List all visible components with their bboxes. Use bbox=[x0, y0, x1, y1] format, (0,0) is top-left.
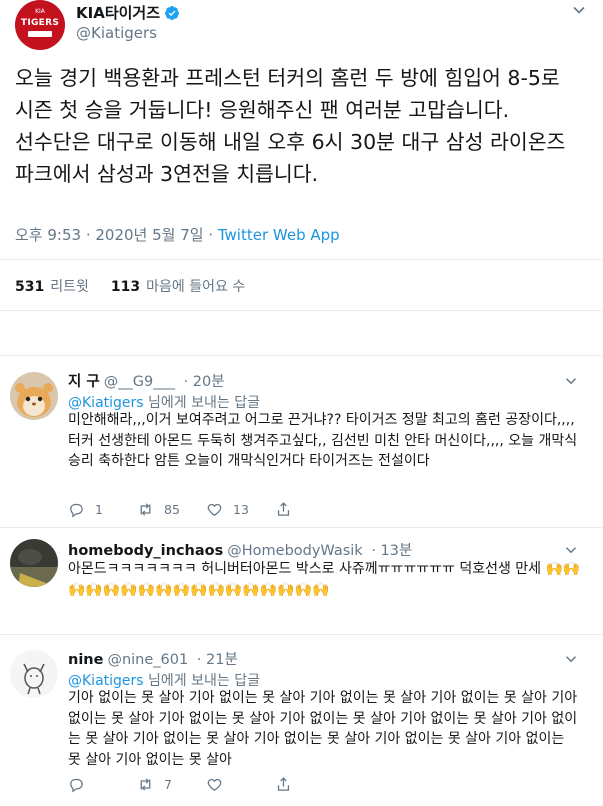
chevron-down-icon[interactable] bbox=[562, 541, 580, 559]
likes-stat[interactable]: 113 마음에 들어요 수 bbox=[111, 276, 245, 296]
reply-time[interactable]: · 13분 bbox=[371, 543, 412, 559]
hamster-avatar-icon bbox=[10, 372, 58, 420]
chevron-down-icon[interactable] bbox=[569, 0, 589, 20]
reply-button[interactable] bbox=[68, 776, 137, 793]
tweet-timestamp[interactable]: 오후 9:53 · 2020년 5월 7일 · bbox=[15, 226, 218, 244]
reply-to-suffix: 님에게 보내는 답글 bbox=[143, 395, 260, 411]
share-icon bbox=[277, 777, 290, 791]
author-handle[interactable]: @Kiatigers bbox=[76, 24, 157, 42]
retweets-stat[interactable]: 531 리트윗 bbox=[15, 276, 89, 296]
reply-time[interactable]: · 21분 bbox=[197, 652, 238, 668]
like-button[interactable] bbox=[206, 776, 275, 793]
reply-actions: 1 85 13 bbox=[68, 501, 344, 518]
reply-to-mention[interactable]: @Kiatigers bbox=[68, 673, 144, 689]
avatar-logo-bar bbox=[28, 31, 52, 37]
share-button[interactable] bbox=[275, 776, 344, 793]
avatar-logo-top: KIA bbox=[35, 8, 45, 15]
reply-actions: 7 bbox=[68, 776, 344, 793]
author-name[interactable]: KIA타이거즈 bbox=[76, 2, 180, 23]
divider bbox=[0, 259, 603, 260]
reply-text: 아몬드ㅋㅋㅋㅋㅋㅋㅋ 허니버터아몬드 박스로 사쥬께ㅠㅠㅠㅠㅠㅠ 덕호선생 만세… bbox=[68, 561, 581, 598]
reply-text: 미안해해라,,,이거 보여주려고 어그로 끈거냐?? 타이거즈 정말 최고의 홈… bbox=[68, 412, 578, 469]
reply-author-handle[interactable]: @nine_601 bbox=[107, 652, 188, 668]
avatar[interactable] bbox=[10, 539, 58, 587]
likes-label: 마음에 들어요 수 bbox=[146, 279, 246, 295]
retweet-count: 7 bbox=[164, 777, 172, 792]
verified-badge-icon bbox=[165, 5, 180, 20]
heart-icon bbox=[207, 503, 222, 516]
chevron-down-icon[interactable] bbox=[562, 372, 580, 390]
likes-count: 113 bbox=[110, 279, 141, 295]
reply-icon bbox=[70, 503, 83, 518]
tweet-meta: 오후 9:53 · 2020년 5월 7일 · Twitter Web App bbox=[15, 224, 340, 245]
share-icon bbox=[277, 502, 290, 516]
tweet-source-link[interactable]: Twitter Web App bbox=[218, 226, 340, 244]
reply-author-name[interactable]: 지 구 bbox=[68, 374, 100, 390]
retweet-count: 85 bbox=[164, 502, 180, 517]
replying-to: @Kiatigers 님에게 보내는 답글 bbox=[68, 392, 260, 412]
heart-icon bbox=[207, 778, 222, 791]
reply-author-handle[interactable]: @__G9___ bbox=[104, 374, 175, 390]
reply-button[interactable]: 1 bbox=[68, 501, 137, 518]
reply-to-suffix: 님에게 보내는 답글 bbox=[143, 673, 260, 689]
reply-author-name[interactable]: nine bbox=[68, 652, 103, 668]
reply-icon bbox=[70, 778, 83, 793]
reply-count: 1 bbox=[95, 502, 103, 517]
kia-tigers-avatar[interactable]: KIA TIGERS bbox=[15, 0, 65, 50]
tweet-stats: 531 리트윗 113 마음에 들어요 수 bbox=[15, 276, 245, 296]
retweets-count: 531 bbox=[15, 279, 45, 295]
retweets-label: 리트윗 bbox=[50, 279, 89, 295]
reply-text: 기아 없이는 못 살아 기아 없이는 못 살아 기아 없이는 못 살아 기아 없… bbox=[68, 690, 578, 768]
like-button[interactable]: 13 bbox=[206, 501, 275, 518]
like-count: 13 bbox=[233, 502, 249, 517]
divider bbox=[0, 527, 603, 528]
reply-time[interactable]: · 20분 bbox=[184, 374, 225, 390]
replying-to: @Kiatigers 님에게 보내는 답글 bbox=[68, 670, 260, 690]
retweet-icon bbox=[140, 778, 151, 791]
retweet-icon bbox=[140, 503, 151, 516]
reply-header: homebody_inchaos @HomebodyWasik · 13분 bbox=[68, 539, 412, 560]
chevron-down-icon[interactable] bbox=[562, 650, 580, 668]
cat-drawing-avatar-icon bbox=[10, 650, 58, 698]
divider bbox=[0, 355, 603, 356]
retweet-button[interactable]: 85 bbox=[137, 501, 206, 518]
reply-author-handle[interactable]: @HomebodyWasik bbox=[227, 543, 362, 559]
reply-header: 지 구 @__G9___ · 20분 bbox=[68, 370, 225, 391]
reply-author-name[interactable]: homebody_inchaos bbox=[68, 543, 223, 559]
photo-avatar-icon bbox=[10, 539, 58, 587]
share-button[interactable] bbox=[275, 501, 344, 518]
reply-header: nine @nine_601 · 21분 bbox=[68, 648, 238, 669]
divider bbox=[0, 634, 603, 635]
avatar[interactable] bbox=[10, 650, 58, 698]
avatar[interactable] bbox=[10, 372, 58, 420]
tweet-text: 오늘 경기 백용환과 프레스턴 터커의 홈런 두 방에 힘입어 8-5로 시즌 … bbox=[15, 66, 566, 186]
reply-to-mention[interactable]: @Kiatigers bbox=[68, 395, 144, 411]
avatar-logo-text: TIGERS bbox=[20, 18, 60, 28]
retweet-button[interactable]: 7 bbox=[137, 776, 206, 793]
author-name-text: KIA타이거즈 bbox=[76, 4, 161, 22]
divider bbox=[0, 310, 603, 311]
